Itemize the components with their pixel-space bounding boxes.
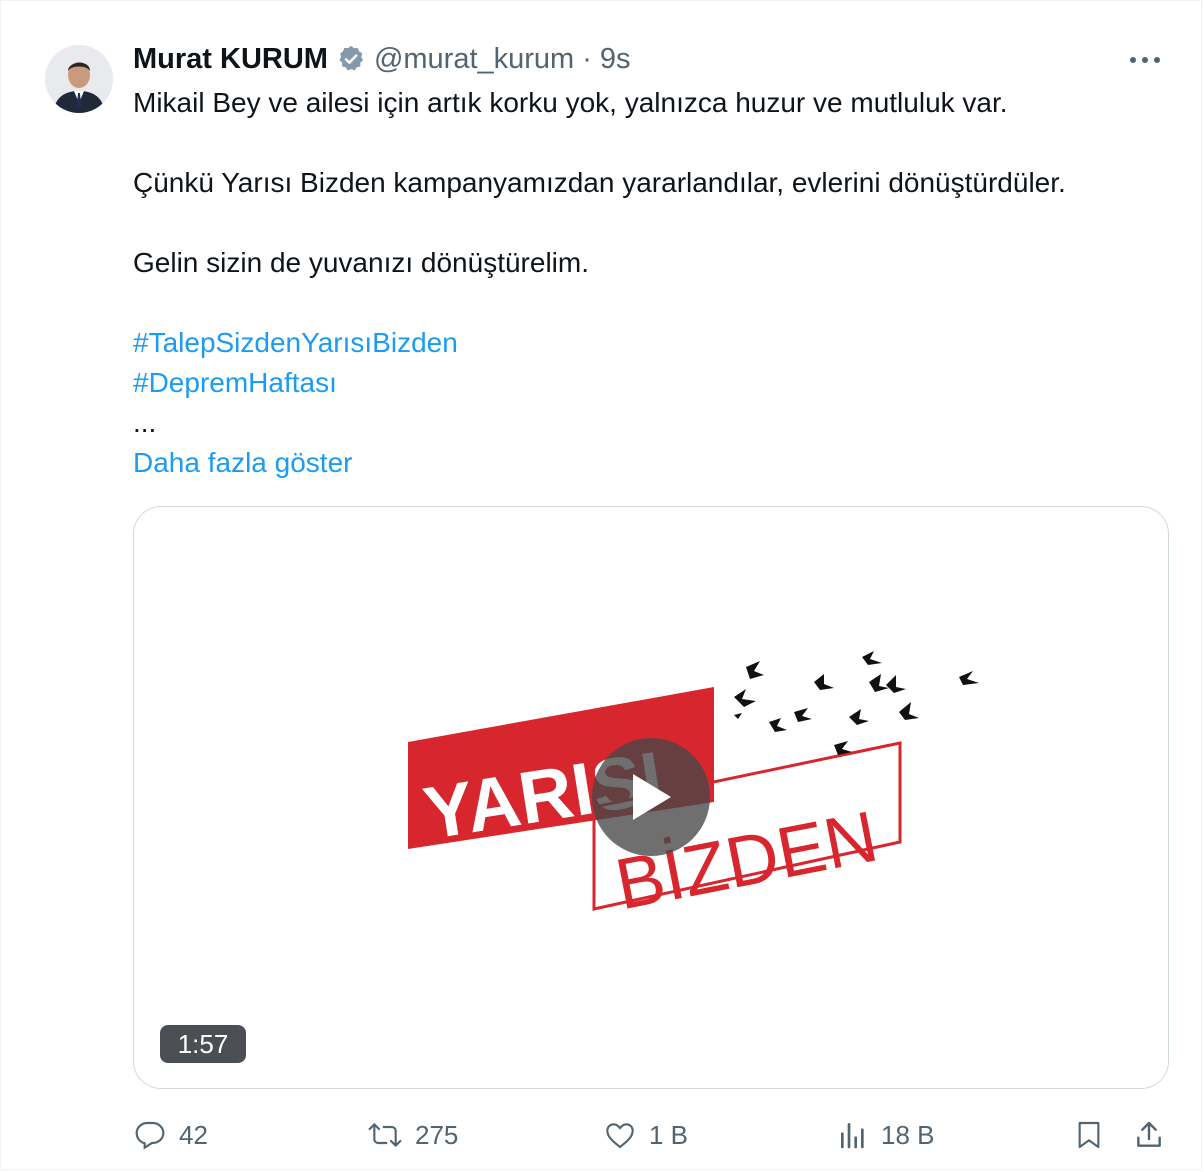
show-more-link[interactable]: Daha fazla göster <box>133 447 352 478</box>
reply-count: 42 <box>179 1119 208 1150</box>
like-count: 1 B <box>649 1119 689 1150</box>
author-name[interactable]: Murat KURUM <box>133 43 328 76</box>
repost-icon <box>368 1123 402 1147</box>
views-count: 18 B <box>881 1119 935 1150</box>
verified-badge-icon <box>336 44 366 74</box>
tweet-actions: 42 275 1 B 18 B <box>1 1111 1204 1159</box>
play-icon[interactable] <box>592 738 710 856</box>
ellipsis: ... <box>133 407 157 438</box>
hashtag-link[interactable]: #TalepSizdenYarısıBizden <box>133 327 458 358</box>
video-duration: 1:57 <box>160 1025 246 1063</box>
share-icon[interactable] <box>1133 1111 1177 1159</box>
views-icon <box>841 1123 864 1149</box>
more-icon[interactable] <box>1125 45 1165 75</box>
separator-dot: · <box>582 42 592 75</box>
birds-graphic <box>734 651 979 755</box>
tweet-line-1: Mikail Bey ve ailesi için artık korku yo… <box>133 87 1008 118</box>
tweet-text: Mikail Bey ve ailesi için artık korku yo… <box>133 83 1173 483</box>
tweet-line-2: Çünkü Yarısı Bizden kampanyamızdan yarar… <box>133 167 1066 198</box>
repost-count: 275 <box>415 1119 459 1150</box>
tweet-card[interactable]: Murat KURUM @murat_kurum · 9s Mikail Bey… <box>0 0 1202 1170</box>
avatar-image <box>45 45 113 113</box>
like-icon <box>606 1123 634 1149</box>
tweet-header: Murat KURUM @murat_kurum · 9s <box>133 39 631 79</box>
reply-button[interactable]: 42 <box>133 1111 208 1159</box>
video-player[interactable]: YARISI BİZDEN 1:57 <box>133 506 1169 1089</box>
reply-icon <box>135 1121 165 1150</box>
avatar[interactable] <box>45 45 113 113</box>
tweet-time[interactable]: 9s <box>600 43 631 76</box>
author-handle[interactable]: @murat_kurum <box>374 43 574 76</box>
like-button[interactable]: 1 B <box>603 1111 688 1159</box>
views-button[interactable]: 18 B <box>837 1111 935 1159</box>
tweet-line-3: Gelin sizin de yuvanızı dönüştürelim. <box>133 247 589 278</box>
bookmark-icon[interactable] <box>1073 1111 1117 1159</box>
hashtag-link[interactable]: #DepremHaftası <box>133 367 337 398</box>
repost-button[interactable]: 275 <box>367 1111 458 1159</box>
